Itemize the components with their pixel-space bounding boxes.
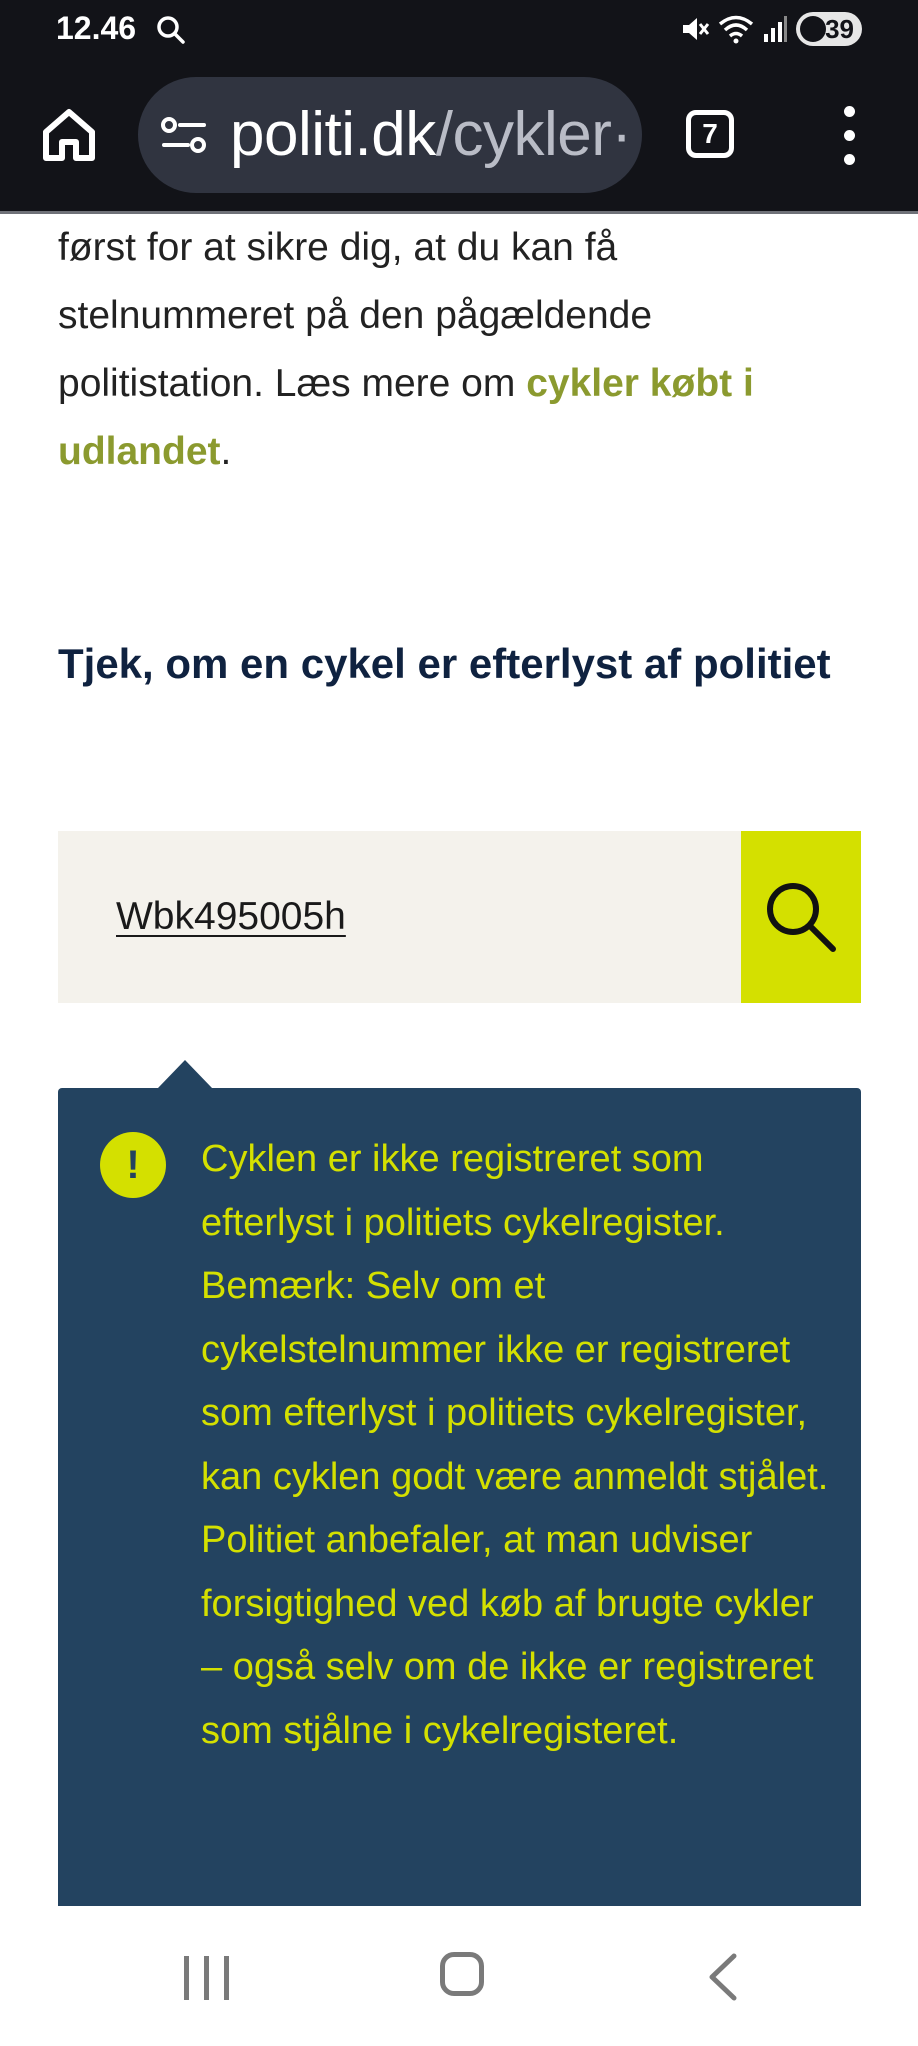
notice-pointer: [158, 1060, 212, 1088]
status-icons: 39: [680, 12, 862, 46]
search-icon: [767, 883, 836, 952]
search-result-notice: ! Cyklen er ikke registreret som efterly…: [58, 1088, 861, 1906]
url-text[interactable]: politi.dk/cykler·: [230, 99, 632, 170]
url-domain: politi.dk: [230, 100, 436, 169]
home-button-icon[interactable]: [440, 1952, 484, 1996]
frame-number-search: Wbk495005h: [58, 831, 861, 1003]
wifi-icon: [718, 15, 754, 44]
recent-apps-icon[interactable]: [184, 1956, 230, 2000]
notice-text: Cyklen er ikke registreret som efterlyst…: [201, 1138, 829, 1752]
search-input[interactable]: Wbk495005h: [116, 895, 346, 939]
more-vert-icon[interactable]: [834, 104, 864, 166]
site-info-icon[interactable]: [160, 115, 208, 155]
intro-line-2: stelnummeret på den pågældende: [58, 294, 653, 337]
browser-toolbar: politi.dk/cykler· 7: [0, 62, 918, 214]
page-content: først for at sikre dig, at du kan få ste…: [58, 214, 864, 486]
back-icon[interactable]: [706, 1952, 740, 2002]
search-icon: [157, 16, 185, 44]
status-bar: 12.46 39: [0, 0, 918, 62]
intro-paragraph: først for at sikre dig, at du kan få ste…: [58, 214, 864, 486]
battery-icon: 39: [796, 12, 862, 46]
intro-line-3: politistation. Læs mere om: [58, 362, 527, 405]
signal-icon: [764, 16, 787, 42]
url-path: /cykler·: [435, 100, 632, 169]
battery-level: 39: [825, 13, 854, 44]
mute-icon: [683, 18, 710, 40]
url-bar[interactable]: politi.dk/cykler·: [138, 77, 642, 193]
home-icon[interactable]: [38, 104, 100, 166]
warning-icon: !: [100, 1132, 166, 1198]
system-nav-bar: [0, 1906, 918, 2046]
intro-line-1: først for at sikre dig, at du kan få: [58, 226, 618, 269]
tab-switcher-button[interactable]: 7: [686, 110, 734, 158]
status-time: 12.46: [56, 10, 137, 46]
section-heading: Tjek, om en cykel er efterlyst af politi…: [58, 640, 831, 687]
search-button[interactable]: [741, 831, 861, 1003]
intro-end: .: [220, 430, 232, 473]
